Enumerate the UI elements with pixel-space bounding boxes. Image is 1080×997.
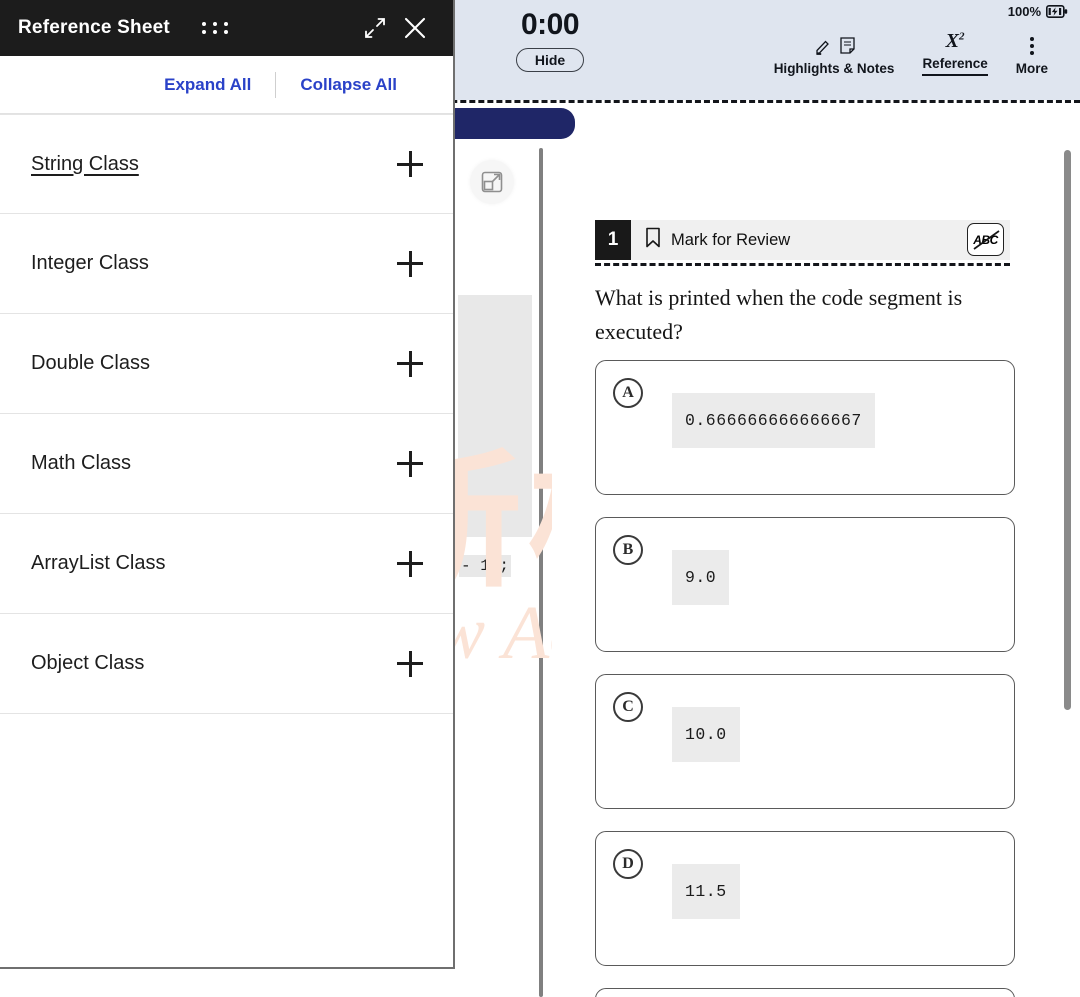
abc-strikethrough-icon[interactable]: ABC <box>967 223 1004 256</box>
reference-sheet-list: String Class Integer Class Double Class … <box>0 114 453 967</box>
reference-item-label: Object Class <box>31 652 145 674</box>
tool-highlights-notes[interactable]: Highlights & Notes <box>760 35 909 76</box>
reference-item-label: String Class <box>31 152 139 175</box>
choice-letter: A <box>613 378 643 408</box>
tool-more[interactable]: More <box>1002 35 1062 76</box>
plus-icon[interactable] <box>397 350 423 377</box>
sidebar-item-object-class[interactable]: Object Class <box>0 614 453 714</box>
answer-choices: A 0.666666666666667 B 9.0 C 10.0 D 11.5 … <box>595 360 1015 997</box>
plus-icon[interactable] <box>397 650 423 677</box>
exam-toolbar: Highlights & Notes X2 Reference More <box>760 30 1062 76</box>
reference-sheet-titlebar[interactable]: Reference Sheet <box>0 0 453 56</box>
tool-label: Reference <box>922 56 988 76</box>
mark-for-review-button[interactable]: Mark for Review <box>631 227 790 253</box>
scrollbar-thumb[interactable] <box>1064 150 1071 710</box>
question-number-badge: 1 <box>595 220 631 260</box>
question-header: 1 Mark for Review ABC <box>595 220 1010 260</box>
expand-right-panel-icon[interactable] <box>470 160 514 204</box>
choice-letter: B <box>613 535 643 565</box>
answer-choice-e[interactable]: E <box>595 988 1015 997</box>
tool-reference[interactable]: X2 Reference <box>908 30 1001 76</box>
reference-item-label: Integer Class <box>31 252 149 274</box>
battery-percent-label: 100% <box>1007 4 1041 19</box>
drag-handle-dots-icon[interactable] <box>201 22 230 34</box>
code-block-shade <box>458 295 532 537</box>
plus-icon[interactable] <box>397 450 423 477</box>
reference-item-label: Math Class <box>31 452 132 474</box>
plus-icon[interactable] <box>397 550 423 577</box>
answer-choice-b[interactable]: B 9.0 <box>595 517 1015 652</box>
answer-choice-c[interactable]: C 10.0 <box>595 674 1015 809</box>
code-pane: - 1); <box>455 150 539 997</box>
tool-label: More <box>1015 61 1048 76</box>
choice-code-value: 9.0 <box>672 550 730 605</box>
collapse-all-button[interactable]: Collapse All <box>276 75 421 95</box>
reference-item-label: ArrayList Class <box>31 552 166 574</box>
expand-diagonal-icon[interactable] <box>355 8 395 48</box>
question-pane-scrollbar[interactable] <box>1064 150 1071 997</box>
answer-choice-a[interactable]: A 0.666666666666667 <box>595 360 1015 495</box>
kebab-menu-icon <box>1029 35 1034 57</box>
sidebar-item-double-class[interactable]: Double Class <box>0 314 453 414</box>
hide-timer-button[interactable]: Hide <box>515 48 585 72</box>
battery-status: 100% <box>1008 4 1068 19</box>
app-root: 100% 0:00 Hide Highlights & Notes X2 Ref… <box>0 0 1080 997</box>
question-header-dashed-rule <box>595 263 1010 266</box>
expand-all-button[interactable]: Expand All <box>140 75 275 95</box>
choice-code-value: 11.5 <box>672 864 740 919</box>
code-fragment: - 1); <box>459 555 512 577</box>
mark-for-review-label: Mark for Review <box>671 230 791 249</box>
question-pane: 1 Mark for Review ABC What is printed wh… <box>552 148 1064 997</box>
answer-choice-d[interactable]: D 11.5 <box>595 831 1015 966</box>
timer-value: 0:00 <box>520 8 580 41</box>
battery-charging-icon <box>1046 5 1068 18</box>
choice-code-value: 10.0 <box>672 707 740 762</box>
tool-label: Highlights & Notes <box>773 61 895 76</box>
plus-icon[interactable] <box>397 250 423 277</box>
x-squared-icon: X2 <box>945 29 965 52</box>
reference-sheet-title: Reference Sheet <box>18 17 170 38</box>
question-stem: What is printed when the code segment is… <box>595 285 963 344</box>
plus-icon[interactable] <box>397 151 423 177</box>
choice-letter: D <box>613 849 643 879</box>
reference-item-label: Double Class <box>31 352 150 374</box>
sidebar-item-math-class[interactable]: Math Class <box>0 414 453 514</box>
sidebar-item-integer-class[interactable]: Integer Class <box>0 214 453 314</box>
close-x-icon[interactable] <box>395 8 435 48</box>
choice-code-value: 0.666666666666667 <box>672 393 875 448</box>
sidebar-item-arraylist-class[interactable]: ArrayList Class <box>0 514 453 614</box>
bookmark-icon <box>645 227 661 253</box>
choice-letter: C <box>613 692 643 722</box>
highlighter-note-icon <box>813 35 856 57</box>
pane-split-divider[interactable] <box>539 148 543 997</box>
sidebar-item-string-class[interactable]: String Class <box>0 114 453 214</box>
reference-sheet-panel: Reference Sheet Expand All Collapse All <box>0 0 455 969</box>
reference-sheet-actions: Expand All Collapse All <box>0 56 453 114</box>
timer-block: 0:00 Hide <box>500 8 600 72</box>
